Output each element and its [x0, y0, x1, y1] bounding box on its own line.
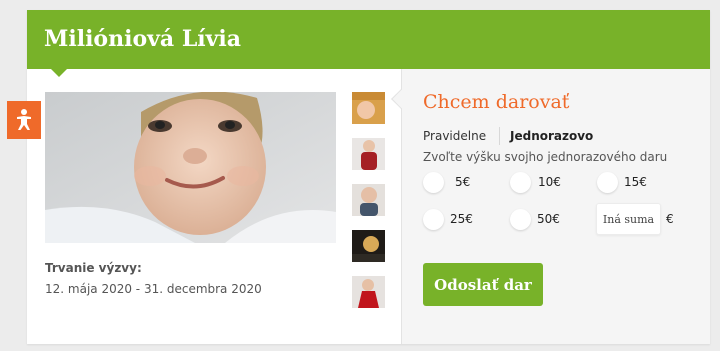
radio-button[interactable]: [510, 208, 531, 230]
currency-sign: €: [666, 212, 674, 226]
tab-divider: [499, 127, 500, 145]
tab-one-time[interactable]: Jednorazovo: [510, 129, 593, 143]
amount-option-25[interactable]: 25€: [423, 208, 473, 230]
submit-donation-button[interactable]: Odoslať dar: [423, 263, 543, 306]
tab-regular[interactable]: Pravidelne: [423, 129, 486, 143]
amount-label: 5€: [455, 175, 471, 189]
amount-label: 10€: [538, 175, 561, 189]
thumb-photo-4[interactable]: [352, 230, 385, 262]
baby-face-photo: [45, 92, 336, 243]
duration-value: 12. mája 2020 - 31. decembra 2020: [45, 282, 262, 296]
radio-button[interactable]: [510, 171, 531, 193]
amount-label: 25€: [450, 212, 473, 226]
thumb-photo-3[interactable]: [352, 184, 385, 216]
page-title: Milióniová Lívia: [44, 26, 242, 52]
amount-label: 15€: [624, 175, 647, 189]
radio-button[interactable]: [597, 171, 618, 193]
thumb-photo-5[interactable]: [352, 276, 385, 308]
radio-button[interactable]: [423, 171, 444, 193]
amount-option-10[interactable]: 10€: [510, 171, 561, 193]
amount-label: 50€: [537, 212, 560, 226]
radio-button[interactable]: [423, 208, 444, 230]
thumb-photo-2[interactable]: [352, 138, 385, 170]
amount-option-5[interactable]: 5€: [423, 171, 470, 193]
amount-option-50[interactable]: 50€: [510, 208, 560, 230]
donate-title: Chcem darovať: [423, 91, 570, 113]
choose-amount-text: Zvoľte výšku svojho jednorazového daru: [423, 150, 668, 164]
amount-option-15[interactable]: 15€: [597, 171, 647, 193]
child-figure-icon[interactable]: [7, 101, 41, 139]
other-amount-input[interactable]: [596, 203, 661, 235]
campaign-header: Milióniová Lívia: [27, 10, 710, 69]
duration-label: Trvanie výzvy:: [45, 261, 142, 275]
header-pointer: [51, 69, 67, 77]
thumb-photo-1[interactable]: [352, 92, 385, 124]
